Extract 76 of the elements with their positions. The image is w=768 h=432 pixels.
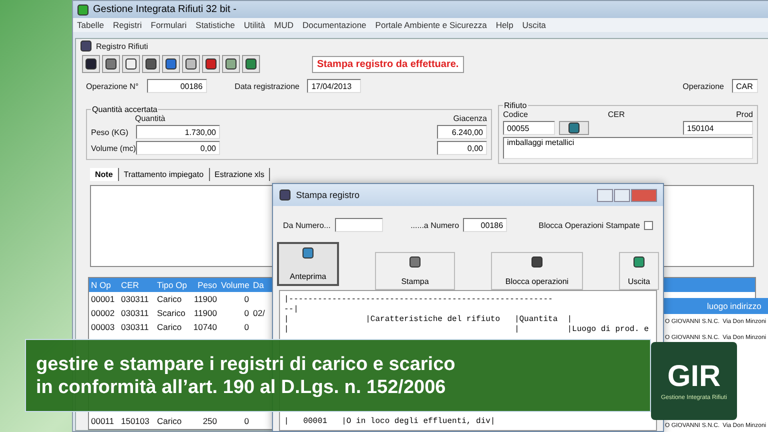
table-cell-text: 030311 [120, 308, 150, 318]
stock-field[interactable]: 6.240,00 [437, 125, 487, 139]
logo-mark: GIR [667, 362, 721, 392]
table-cell-text: 00001 [90, 294, 116, 304]
table-cell-text: Carico [156, 294, 183, 304]
table-cell-text: 11900 [192, 308, 218, 318]
group-title: Rifiuto [503, 101, 528, 110]
dialog-title: Stampa registro [296, 190, 360, 200]
code-label: Codice [503, 110, 528, 119]
cer-field[interactable]: 150104 [683, 121, 753, 135]
column-label: Quantità [135, 114, 166, 123]
operation-field[interactable]: 00186 [146, 79, 207, 93]
table-cell-text: 00002 [90, 308, 116, 318]
tab[interactable]: Trattamento impiegato [118, 168, 210, 181]
operation-side-field[interactable]: CAR [732, 79, 758, 93]
table-cell-text: 02/ [252, 308, 266, 318]
date-dropdown[interactable]: 17/04/2013 [307, 79, 362, 93]
table-cell-text: 00011 [90, 416, 116, 426]
table-cell-text: 0 [243, 308, 250, 318]
table-cell-text: 150103 [120, 416, 150, 426]
print-notice: Stampa registro da effettuare. [312, 56, 464, 72]
table-cell-text: 030311 [120, 294, 150, 304]
preview-line: | 00001 |O in loco degli effluenti, div| [284, 417, 496, 426]
table-cell-text: 030311 [120, 322, 150, 332]
from-label: Da Numero... [283, 220, 331, 230]
volume-label: Volume (mc) [91, 144, 133, 152]
operation-side-label: Operazione [682, 82, 724, 90]
group-title: Quantità accertata [91, 105, 158, 114]
preview-line: | | |Luogo di prod. e [284, 325, 650, 334]
description-field[interactable]: imballaggi metallici [503, 137, 753, 159]
caption-text: gestire e stampare i registri di carico e scarico [36, 352, 456, 376]
menu-item[interactable]: Portale Ambiente e Sicurezza [375, 20, 487, 30]
window-title: Gestione Integrata Rifiuti 32 bit - [93, 4, 236, 15]
toolbar-button[interactable]: Anteprima [277, 242, 339, 286]
menu-item[interactable]: Statistiche [196, 20, 235, 30]
preview-line: --| [284, 305, 300, 314]
operation-label: Operazione N° [86, 82, 139, 90]
volume-field[interactable]: 0,00 [136, 141, 220, 155]
menu-item[interactable]: Uscita [522, 20, 546, 30]
table-cell-text: 00003 [90, 322, 116, 332]
table-cell-text: 250 [202, 416, 218, 426]
menu-item[interactable]: Documentazione [302, 20, 366, 30]
to-label: ......a Numero [410, 220, 460, 230]
stock-label: Giacenza [453, 114, 487, 123]
to-field[interactable]: 00186 [463, 218, 508, 232]
date-label: Data registrazione [234, 82, 300, 90]
menu-item[interactable]: Utilità [244, 20, 266, 30]
tab[interactable]: Estrazione xls [210, 168, 270, 181]
menu-item[interactable]: Registri [112, 20, 142, 30]
code-field[interactable]: 00055 [503, 121, 555, 135]
stock-field[interactable]: 0,00 [437, 141, 487, 155]
table-cell-text: 0 [243, 416, 250, 426]
table-cell-text: Carico [156, 416, 183, 426]
table-cell-text: 10740 [192, 322, 218, 332]
menu-item[interactable]: Help [496, 20, 514, 30]
table-cell-text: Carico [156, 322, 183, 332]
preview-line: | |Caratteristiche del rifiuto |Quantita | [284, 315, 574, 324]
preview-line: |------------------------------------------------------- [284, 295, 554, 304]
production-label: Prod [736, 110, 753, 119]
weight-field[interactable]: 1.730,00 [136, 125, 220, 139]
caption-text: in conformità all’art. 190 al D.Lgs. n. 152/2006 [36, 376, 447, 398]
table-cell-text: 11900 [192, 294, 218, 304]
menu-item[interactable]: Formulari [150, 20, 187, 30]
menu-item[interactable]: Tabelle [77, 20, 104, 30]
table-cell-text: Scarico [156, 308, 186, 318]
weight-label: Peso (KG) [91, 128, 130, 136]
menu-item[interactable]: MUD [274, 20, 294, 30]
table-cell-text: 0 [243, 322, 250, 332]
toolbar-button[interactable]: Uscita [619, 252, 659, 290]
table-cell-text: 0 [243, 294, 250, 304]
cer-label: CER [608, 110, 625, 119]
lock-label: Blocca Operazioni Stampate [538, 220, 640, 230]
child-window-title: Registro Rifiuti [96, 42, 148, 50]
tab[interactable]: Note [90, 168, 119, 181]
toolbar-button[interactable]: Blocca operazioni [491, 252, 583, 290]
toolbar-button[interactable]: Stampa [375, 252, 455, 290]
